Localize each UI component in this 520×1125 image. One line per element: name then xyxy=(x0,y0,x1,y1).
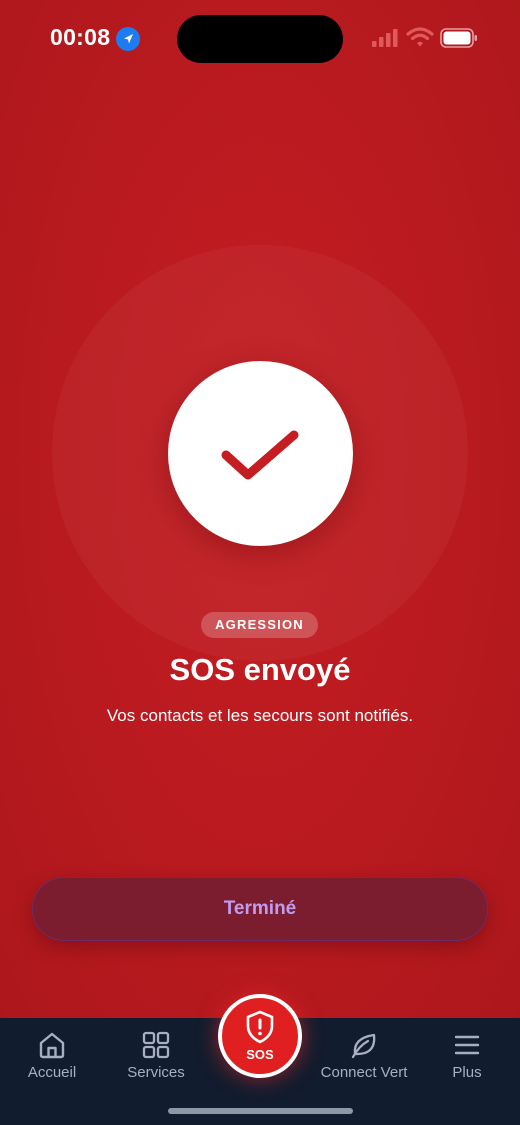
success-indicator xyxy=(168,361,353,546)
done-button[interactable]: Terminé xyxy=(32,877,488,941)
home-indicator[interactable] xyxy=(168,1108,353,1114)
sos-button-label: SOS xyxy=(246,1047,274,1062)
battery-icon xyxy=(440,28,477,48)
sos-sent-screen: 00:08 AGRESSION SOS envoyé Vos contacts … xyxy=(0,0,520,1018)
sos-button[interactable]: SOS xyxy=(218,994,302,1078)
tab-connect-vert-label: Connect Vert xyxy=(320,1064,408,1081)
tab-home[interactable]: Accueil xyxy=(0,1018,104,1098)
grid-icon xyxy=(142,1031,170,1059)
shield-alert-icon xyxy=(246,1010,274,1044)
signal-icon xyxy=(372,29,398,47)
confirmation-message: Vos contacts et les secours sont notifié… xyxy=(106,706,414,725)
tab-connect-vert[interactable]: Connect Vert xyxy=(311,1018,417,1098)
menu-icon xyxy=(454,1035,480,1055)
wifi-icon xyxy=(406,27,434,47)
status-time: 00:08 xyxy=(50,24,111,50)
status-bar: 00:08 xyxy=(0,0,520,76)
category-badge: AGRESSION xyxy=(201,612,318,638)
tab-services[interactable]: Services xyxy=(104,1018,208,1098)
leaf-icon xyxy=(351,1033,376,1059)
home-icon xyxy=(39,1032,65,1059)
checkmark-icon xyxy=(221,430,299,480)
confirmation-title: SOS envoyé xyxy=(169,652,351,687)
tab-more-label: Plus xyxy=(452,1064,482,1081)
tab-more[interactable]: Plus xyxy=(415,1018,519,1098)
tab-home-label: Accueil xyxy=(27,1064,77,1081)
dynamic-island xyxy=(177,15,343,63)
tab-services-label: Services xyxy=(127,1064,185,1081)
location-arrow-icon xyxy=(116,27,140,51)
